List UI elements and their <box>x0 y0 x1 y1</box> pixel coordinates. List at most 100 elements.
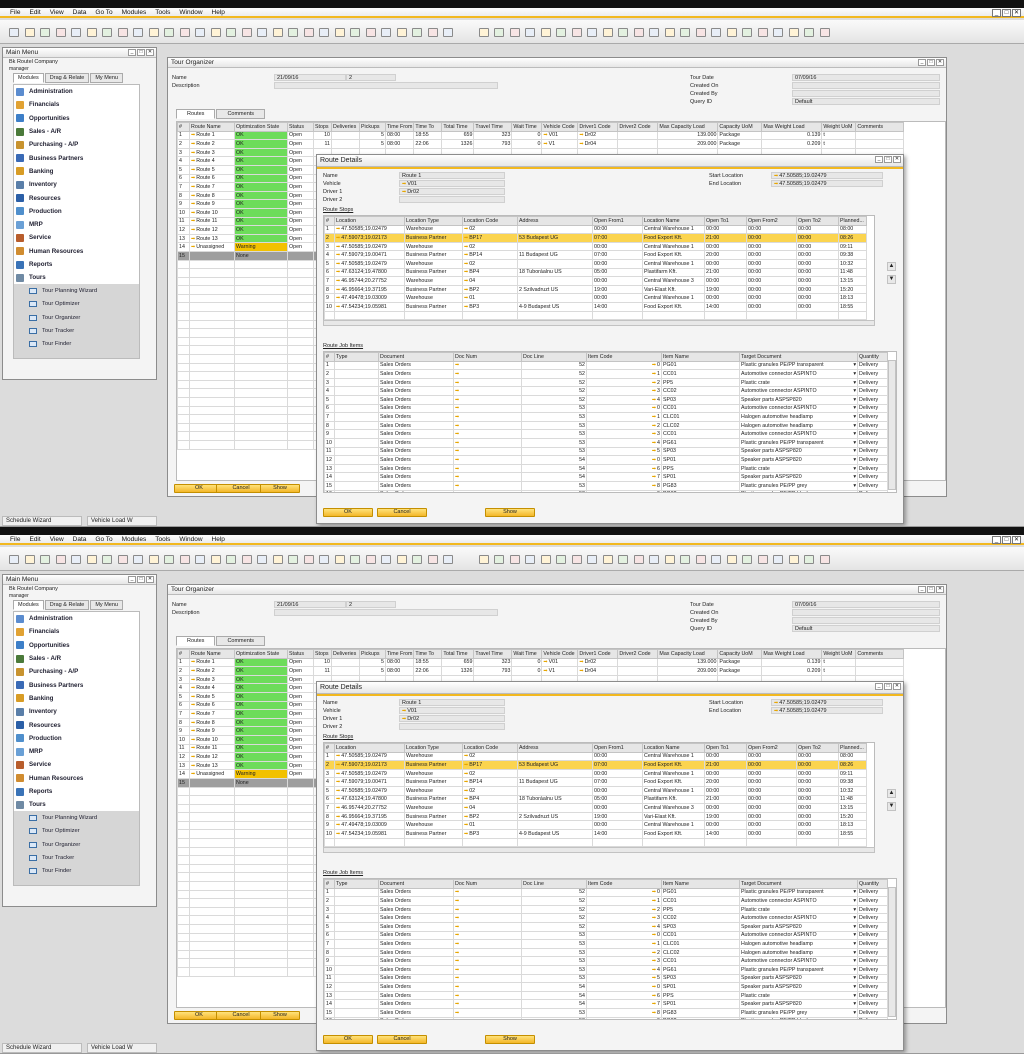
table-cell[interactable]: 11 <box>177 743 190 754</box>
table-cell[interactable] <box>331 139 360 149</box>
table-cell[interactable]: ➡02 <box>462 785 518 796</box>
toolbar-tool-icon[interactable] <box>427 555 438 564</box>
tab-drag-relate[interactable]: Drag & Relate <box>44 600 90 610</box>
link-arrow-icon[interactable]: ➡ <box>455 915 459 921</box>
column-header[interactable]: Max Capacity Load <box>657 122 719 132</box>
column-header[interactable]: # <box>324 879 335 889</box>
link-arrow-icon[interactable]: ➡ <box>652 388 656 394</box>
table-cell[interactable]: 00:00 <box>796 241 839 252</box>
column-header[interactable]: Doc Line <box>521 352 587 362</box>
description-value[interactable] <box>274 609 498 617</box>
table-cell[interactable]: 00:00 <box>746 803 797 813</box>
table-cell[interactable]: 53 <box>521 939 587 949</box>
table-cell[interactable]: ➡Route 9 <box>189 726 235 736</box>
table-cell[interactable]: ➡ <box>453 386 522 396</box>
link-arrow-icon[interactable]: ➡ <box>336 226 340 232</box>
start-location-value[interactable]: ➡47.50585;19.02479 <box>771 699 883 707</box>
table-cell[interactable]: 00:00 <box>796 760 839 770</box>
table-cell[interactable]: 00:00 <box>704 241 747 252</box>
table-row[interactable]: 4 Sales Orders ➡ 52 ➡3 CC02 Automotive connect… <box>324 386 888 396</box>
table-cell[interactable]: ➡2 <box>586 420 662 431</box>
toolbar-tool-icon[interactable] <box>571 555 582 564</box>
column-header[interactable]: Quantity <box>857 352 888 362</box>
table-cell[interactable]: 08:00 <box>384 139 415 149</box>
table-cell[interactable]: Delivery <box>857 956 888 966</box>
table-cell[interactable]: ➡Route 11 <box>189 216 235 227</box>
table-cell[interactable]: ➡Route 13 <box>189 760 235 771</box>
link-arrow-icon[interactable]: ➡ <box>191 737 195 743</box>
table-cell[interactable]: ➡47.59079;19.00471 <box>334 777 405 787</box>
table-cell[interactable]: CC01 <box>661 896 740 906</box>
table-cell[interactable]: Central Warehouse 1 <box>642 820 705 830</box>
column-header[interactable]: Open To1 <box>704 743 747 753</box>
table-cell[interactable] <box>334 437 379 448</box>
link-arrow-icon[interactable]: ➡ <box>455 405 459 411</box>
table-cell[interactable]: OK <box>234 726 288 736</box>
table-cell[interactable]: ➡V1 <box>541 139 579 149</box>
table-cell[interactable] <box>334 377 379 388</box>
table-cell[interactable]: Open <box>287 700 314 711</box>
tours-item-tour-tracker[interactable]: Tour Tracker <box>14 324 139 338</box>
table-cell[interactable]: 5 <box>359 657 386 668</box>
toolbar-tool-icon[interactable] <box>179 28 190 37</box>
table-cell[interactable]: Sales Orders <box>378 947 454 958</box>
table-cell[interactable]: Speaker parts ASPSP820 ▾ <box>739 973 858 984</box>
table-cell[interactable]: Automotive connector ASPINTO ▾ <box>739 386 858 396</box>
table-cell[interactable]: Delivery <box>857 386 888 396</box>
table-cell[interactable]: ➡Route 8 <box>189 717 235 728</box>
table-cell[interactable]: 00:00 <box>746 751 797 762</box>
link-arrow-icon[interactable]: ➡ <box>455 423 459 429</box>
table-cell[interactable]: 0 <box>511 666 543 676</box>
link-arrow-icon[interactable]: ➡ <box>543 659 547 665</box>
table-cell[interactable]: 08:00 <box>838 224 867 235</box>
table-cell[interactable]: OK <box>234 164 288 175</box>
table-cell[interactable]: OK <box>234 156 288 166</box>
table-cell[interactable]: Open <box>287 164 314 175</box>
column-header[interactable]: Route Name <box>189 122 235 132</box>
table-row[interactable]: 9 ➡47.49478;19.03009 Warehouse ➡01 00:00 Cent… <box>324 820 867 830</box>
chevron-down-icon[interactable]: ▾ <box>853 414 856 420</box>
table-cell[interactable] <box>617 139 659 149</box>
bottom-tab-vehicle-load[interactable]: Vehicle Load W <box>87 1043 157 1053</box>
route-name-value[interactable]: Route 1 <box>399 699 505 707</box>
move-down-icon[interactable]: ▼ <box>887 802 896 811</box>
table-cell[interactable]: Plastic granules PE/PP transparent ▾ <box>739 887 858 898</box>
driver2-value[interactable] <box>399 196 505 204</box>
table-cell[interactable]: Sales Orders <box>378 913 454 923</box>
table-cell[interactable]: Delivery <box>857 472 888 482</box>
table-cell[interactable]: 07:00 <box>592 233 643 243</box>
chevron-down-icon[interactable]: ▾ <box>853 1010 856 1016</box>
link-arrow-icon[interactable]: ➡ <box>774 181 778 187</box>
table-cell[interactable]: 00:00 <box>796 301 839 312</box>
table-cell[interactable] <box>334 360 379 371</box>
close-icon[interactable]: ✕ <box>893 156 901 163</box>
table-cell[interactable]: ➡V01 <box>541 130 579 141</box>
table-row[interactable]: 9 ➡47.49478;19.03009 Warehouse ➡01 00:00 Cent… <box>324 293 867 303</box>
table-cell[interactable]: ➡47.59079;19.00471 <box>334 250 405 260</box>
table-cell[interactable]: Open <box>287 726 314 736</box>
table-cell[interactable]: 52 <box>521 896 587 906</box>
table-cell[interactable]: 00:00 <box>746 794 797 805</box>
chevron-down-icon[interactable]: ▾ <box>853 388 856 394</box>
table-cell[interactable]: ➡47.59073;19.02173 <box>334 233 405 243</box>
table-cell[interactable]: Delivery <box>857 480 888 491</box>
menu-edit[interactable]: Edit <box>29 9 40 16</box>
link-arrow-icon[interactable]: ➡ <box>191 677 195 683</box>
table-cell[interactable]: Open <box>287 173 314 184</box>
table-cell[interactable] <box>334 887 379 898</box>
table-cell[interactable]: Delivery <box>857 412 888 422</box>
driver1-value[interactable]: ➡Dr02 <box>399 715 505 723</box>
table-cell[interactable]: Delivery <box>857 973 888 984</box>
table-cell[interactable]: 53 <box>521 973 587 984</box>
table-cell[interactable]: 3 <box>324 241 335 252</box>
table-cell[interactable] <box>517 276 593 286</box>
table-cell[interactable] <box>517 820 593 830</box>
chevron-down-icon[interactable]: ▾ <box>853 898 856 904</box>
toolbar-tool-icon[interactable] <box>257 555 267 564</box>
table-cell[interactable]: ➡3 <box>586 913 662 923</box>
table-cell[interactable] <box>334 964 379 975</box>
table-cell[interactable] <box>517 258 593 269</box>
link-arrow-icon[interactable]: ➡ <box>191 668 195 674</box>
column-header[interactable]: Open To1 <box>704 216 747 226</box>
link-arrow-icon[interactable]: ➡ <box>464 269 468 275</box>
